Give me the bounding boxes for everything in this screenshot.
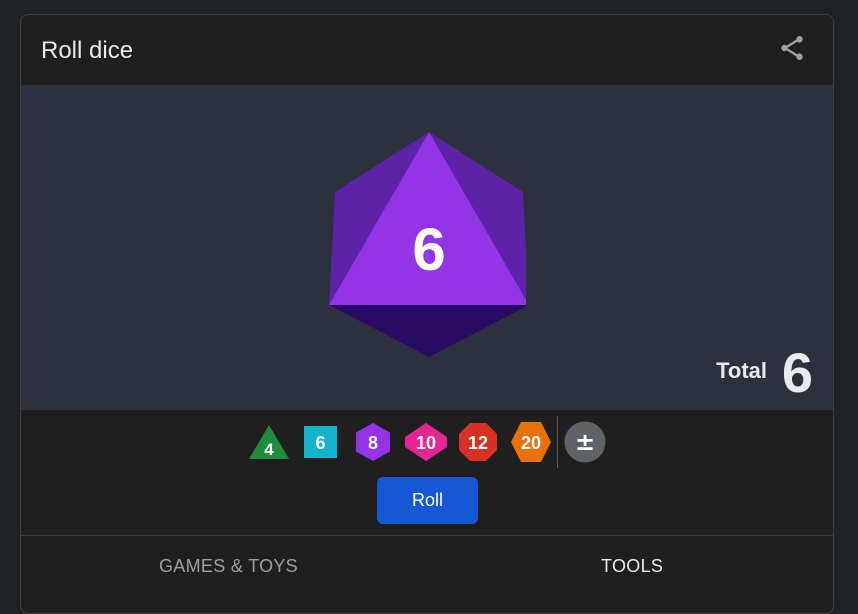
card-title: Roll dice (41, 37, 134, 64)
d12-icon: 12 (459, 423, 497, 461)
die-button-d12[interactable]: 12 (458, 422, 498, 462)
dice-divider (557, 416, 558, 468)
d12-label: 12 (468, 433, 488, 453)
share-icon (781, 36, 803, 60)
card-header: Roll dice (21, 15, 833, 85)
d10-icon: 10 (405, 423, 447, 461)
footer-divider (21, 535, 833, 536)
d6-icon: 6 (304, 426, 337, 458)
d20-icon: 20 (511, 422, 551, 462)
d10-label: 10 (416, 433, 436, 453)
die-button-d4[interactable]: 4 (247, 423, 291, 461)
roll-dice-card: Roll dice 6 Total 6 4 6 8 10 12 20 ± Rol… (20, 14, 834, 614)
die-button-d20[interactable]: 20 (510, 421, 552, 463)
tab-tools[interactable]: TOOLS (601, 556, 663, 577)
plus-minus-icon: ± (564, 421, 606, 463)
modifier-button[interactable]: ± (564, 421, 606, 463)
d4-icon: 4 (249, 425, 289, 459)
modifier-label: ± (575, 428, 595, 456)
d8-icon: 8 (356, 423, 390, 461)
die-button-d10[interactable]: 10 (404, 422, 448, 462)
share-button[interactable] (777, 33, 807, 63)
d4-label: 4 (264, 440, 274, 459)
d6-label: 6 (315, 433, 325, 453)
total-value: 6 (781, 341, 813, 404)
roll-button[interactable]: Roll (377, 477, 478, 524)
d20-label: 20 (521, 433, 541, 453)
die-button-d6[interactable]: 6 (304, 426, 337, 458)
dice-stage: 6 Total 6 (21, 85, 833, 410)
rolled-die-d8[interactable]: 6 (326, 130, 526, 360)
die-button-d8[interactable]: 8 (355, 422, 391, 462)
die-face-bottom (329, 305, 526, 357)
tab-games-and-toys[interactable]: GAMES & TOYS (159, 556, 298, 577)
d8-label: 8 (368, 433, 378, 453)
total-label: Total (716, 358, 767, 383)
die-result: 6 (412, 216, 445, 283)
